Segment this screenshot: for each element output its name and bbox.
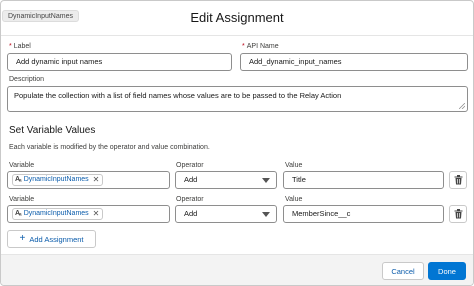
trash-icon [454, 209, 462, 219]
chevron-down-icon [262, 212, 270, 217]
modal-footer: Cancel Done [1, 254, 473, 285]
variable-label: Variable [9, 196, 35, 203]
delete-row-button[interactable] [449, 171, 467, 189]
variable-pill: Aₐ DynamicInputNames ✕ [12, 208, 104, 220]
value-input[interactable]: Title [283, 171, 444, 189]
description-textarea[interactable]: Populate the collection with a list of f… [7, 86, 468, 112]
required-mark: * [242, 43, 245, 50]
label-field-label-text: Label [13, 43, 31, 50]
operator-label: Operator [176, 196, 204, 203]
value-label: Value [285, 162, 303, 169]
operator-value: Add [184, 175, 198, 184]
operator-label: Operator [176, 162, 204, 169]
chevron-down-icon [262, 178, 270, 183]
operator-select[interactable]: Add [175, 171, 277, 189]
variable-pill: Aₐ DynamicInputNames ✕ [12, 174, 104, 186]
operator-select[interactable]: Add [175, 205, 277, 223]
api-name-input[interactable]: Add_dynamic_input_names [240, 53, 468, 71]
modal-header: DynamicInputNames Edit Assignment [1, 1, 473, 36]
resize-grip-icon[interactable] [459, 103, 465, 109]
plus-icon: + [19, 233, 26, 244]
text-variable-icon: Aₐ [15, 210, 22, 217]
label-field-label: * Label [9, 43, 31, 50]
description-field-label: Description [9, 76, 45, 83]
value-label: Value [285, 196, 303, 203]
operator-value: Add [184, 209, 198, 218]
text-variable-icon: Aₐ [15, 176, 22, 183]
modal-title: Edit Assignment [190, 10, 284, 25]
remove-pill-icon[interactable]: ✕ [93, 209, 100, 219]
section-description: Each variable is modified by the operato… [9, 144, 210, 151]
api-name-field-label: * API Name [242, 43, 279, 50]
value-input[interactable]: MemberSince__c [283, 205, 444, 223]
description-text: Populate the collection with a list of f… [14, 91, 342, 100]
variable-combobox[interactable]: Aₐ DynamicInputNames ✕ [7, 171, 170, 189]
add-assignment-label: Add Assignment [29, 234, 84, 244]
delete-row-button[interactable] [449, 205, 467, 223]
api-name-field-label-text: API Name [246, 43, 279, 50]
edit-assignment-modal: DynamicInputNames Edit Assignment * Label… [0, 0, 474, 286]
done-button[interactable]: Done [428, 262, 466, 280]
add-assignment-button[interactable]: + Add Assignment [7, 230, 96, 248]
variable-pill-label: DynamicInputNames [23, 210, 89, 217]
variable-combobox[interactable]: Aₐ DynamicInputNames ✕ [7, 205, 170, 223]
section-title: Set Variable Values [9, 125, 96, 136]
required-mark: * [9, 43, 12, 50]
cancel-button[interactable]: Cancel [382, 262, 424, 280]
remove-pill-icon[interactable]: ✕ [93, 175, 100, 185]
variable-pill-label: DynamicInputNames [23, 176, 89, 183]
label-input[interactable]: Add dynamic input names [7, 53, 232, 71]
trash-icon [454, 175, 462, 185]
variable-label: Variable [9, 162, 35, 169]
